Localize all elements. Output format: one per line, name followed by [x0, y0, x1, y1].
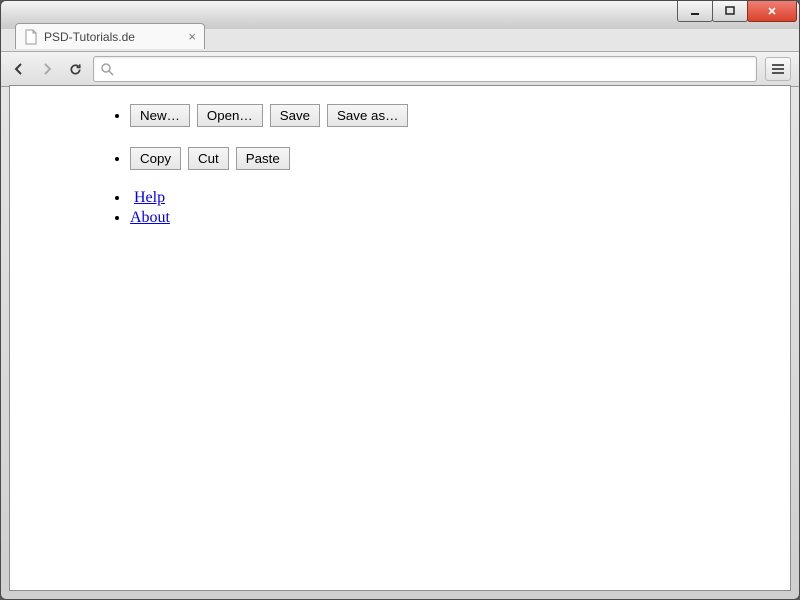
maximize-button[interactable] [712, 1, 748, 22]
cut-button[interactable]: Cut [188, 147, 229, 170]
list-item: About [130, 208, 774, 228]
open-button[interactable]: Open… [197, 104, 263, 127]
close-button[interactable] [747, 1, 797, 22]
url-input[interactable] [120, 61, 750, 78]
new-button[interactable]: New… [130, 104, 190, 127]
minimize-button[interactable] [677, 1, 713, 22]
paste-button[interactable]: Paste [236, 147, 290, 170]
file-icon [24, 29, 38, 45]
list-item: Help [130, 188, 774, 208]
about-link[interactable]: About [130, 209, 170, 226]
copy-button[interactable]: Copy [130, 147, 181, 170]
maximize-icon [725, 6, 735, 16]
window-controls [678, 1, 797, 22]
browser-toolbar [1, 51, 799, 87]
reload-button[interactable] [65, 59, 85, 79]
file-menu-list: New… Open… Save Save as… [26, 102, 774, 129]
save-button[interactable]: Save [270, 104, 320, 127]
reload-icon [68, 62, 83, 77]
back-button[interactable] [9, 59, 29, 79]
minimize-icon [690, 6, 700, 16]
tab-close-icon[interactable]: × [188, 29, 196, 44]
help-link[interactable]: Help [134, 189, 165, 206]
save-as-button[interactable]: Save as… [327, 104, 408, 127]
arrow-right-icon [39, 61, 55, 77]
close-icon [767, 6, 777, 16]
tab-strip: PSD-Tutorials.de × [1, 23, 799, 51]
search-icon [100, 62, 114, 76]
app-window: PSD-Tutorials.de × [0, 0, 800, 600]
links-list: Help About [26, 188, 774, 228]
hamburger-icon [771, 63, 785, 75]
chrome-menu-button[interactable] [765, 57, 791, 81]
address-bar[interactable] [93, 56, 757, 82]
list-item: Copy Cut Paste [130, 145, 774, 172]
forward-button[interactable] [37, 59, 57, 79]
browser-tab[interactable]: PSD-Tutorials.de × [15, 23, 205, 49]
edit-menu-list: Copy Cut Paste [26, 145, 774, 172]
tab-title: PSD-Tutorials.de [44, 30, 182, 44]
page-content: New… Open… Save Save as… Copy Cut Paste … [10, 86, 790, 260]
arrow-left-icon [11, 61, 27, 77]
page-viewport: New… Open… Save Save as… Copy Cut Paste … [9, 85, 791, 591]
list-item: New… Open… Save Save as… [130, 102, 774, 129]
